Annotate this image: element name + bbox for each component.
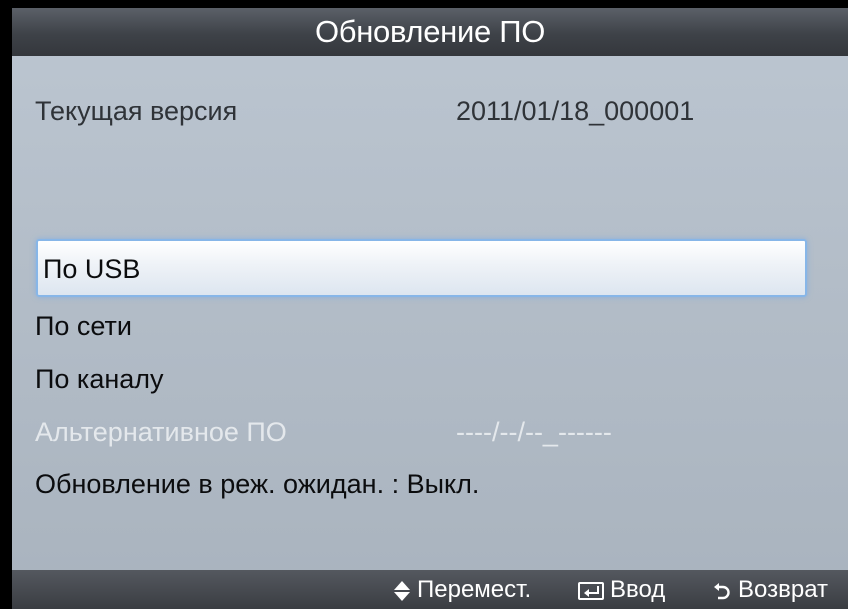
menu-item-by-network[interactable]: По сети	[35, 299, 807, 353]
hint-back: Возврат	[712, 570, 828, 609]
hint-enter: Ввод	[578, 570, 665, 609]
hint-move: Перемест.	[393, 570, 531, 609]
hint-enter-label: Ввод	[610, 576, 666, 603]
menu-item-label: По USB	[43, 254, 141, 284]
alternative-software-version: ----/--/--_------	[456, 417, 612, 447]
menu-item-by-channel[interactable]: По каналу	[35, 352, 807, 406]
software-update-dialog: Обновление ПО Текущая версия 2011/01/18_…	[12, 8, 848, 609]
menu-item-label: Альтернативное ПО	[35, 417, 287, 447]
current-version-row: Текущая версия 2011/01/18_000001	[35, 96, 694, 127]
current-version-value: 2011/01/18_000001	[456, 96, 695, 126]
return-icon	[714, 582, 730, 599]
current-version-label: Текущая версия	[35, 96, 238, 126]
menu-item-label: По каналу	[35, 364, 164, 394]
menu-item-standby-update[interactable]: Обновление в реж. ожидан. : Выкл.	[35, 457, 807, 511]
menu-item-label: Обновление в реж. ожидан. : Выкл.	[35, 469, 480, 499]
menu-item-by-usb[interactable]: По USB	[36, 239, 807, 297]
hint-move-label: Перемест.	[417, 576, 532, 603]
up-down-arrows-icon	[394, 580, 410, 601]
footer-hints: Перемест. Ввод Возврат	[12, 570, 848, 609]
menu-item-label: По сети	[35, 311, 132, 341]
menu-item-alternative-software: Альтернативное ПО ----/--/--_------	[35, 405, 807, 459]
enter-icon	[578, 581, 604, 600]
dialog-title: Обновление ПО	[12, 8, 848, 56]
hint-back-label: Возврат	[738, 576, 828, 603]
